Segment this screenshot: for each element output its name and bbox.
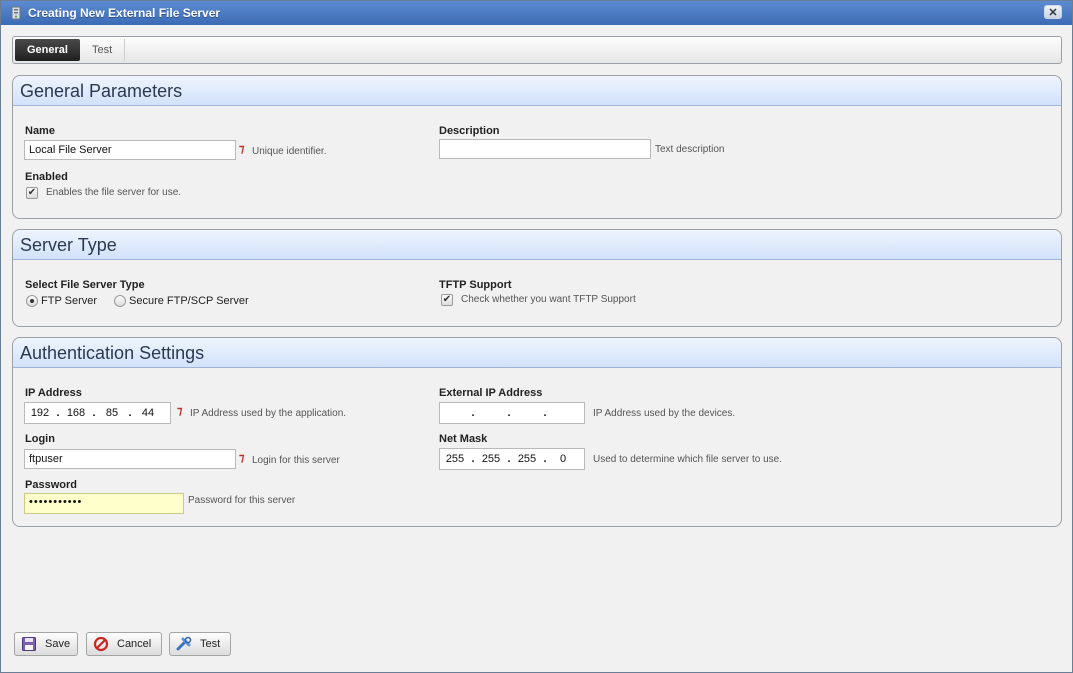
ip-octet[interactable]: 85 [97, 407, 127, 419]
ip-octet[interactable]: 0 [548, 453, 578, 465]
window-title: Creating New External File Server [28, 6, 221, 20]
test-tools-icon [176, 636, 192, 652]
name-hint: Unique identifier. [252, 146, 327, 157]
ip-octet[interactable]: 255 [476, 453, 506, 465]
section-header-general: General Parameters [13, 76, 1061, 106]
authentication-settings-section: Authentication Settings IP Address 192. … [12, 337, 1062, 527]
name-label: Name [25, 125, 55, 137]
ip-address-label: IP Address [25, 387, 82, 399]
tab-general[interactable]: General [15, 39, 80, 61]
server-type-section: Server Type Select File Server Type FTP … [12, 229, 1062, 327]
name-input[interactable] [24, 140, 236, 160]
cancel-button-label: Cancel [117, 638, 152, 650]
description-label: Description [439, 125, 500, 137]
tftp-support-label: TFTP Support [439, 279, 512, 291]
description-input[interactable] [439, 139, 651, 159]
ip-address-hint: IP Address used by the application. [190, 408, 347, 419]
login-input[interactable] [24, 449, 236, 469]
save-button-label: Save [45, 638, 71, 650]
required-marker-icon: ⁊ [177, 405, 183, 417]
required-marker-icon: ⁊ [239, 452, 245, 464]
close-icon[interactable]: ✕ [1044, 5, 1062, 19]
enabled-label: Enabled [25, 171, 68, 183]
net-mask-input[interactable]: 255. 255. 255. 0 [439, 448, 585, 470]
test-button-label: Test [200, 638, 221, 650]
secure-ftp-option-label: Secure FTP/SCP Server [129, 295, 249, 307]
login-hint: Login for this server [252, 455, 340, 466]
cancel-circle-icon [93, 636, 109, 652]
login-label: Login [25, 433, 55, 445]
radio-secure-ftp-scp-server[interactable] [114, 295, 126, 307]
ftp-server-option-label: FTP Server [41, 295, 98, 307]
section-header-authentication: Authentication Settings [13, 338, 1061, 368]
general-parameters-section: General Parameters Name ⁊ Unique identif… [12, 75, 1062, 219]
save-button[interactable]: Save [14, 632, 78, 656]
password-label: Password [25, 479, 77, 491]
server-icon [9, 6, 23, 20]
radio-ftp-server[interactable] [26, 295, 38, 307]
cancel-button[interactable]: Cancel [86, 632, 162, 656]
dialog-window: Creating New External File Server ✕ Gene… [0, 0, 1073, 673]
tftp-support-hint: Check whether you want TFTP Support [461, 294, 636, 305]
tab-test[interactable]: Test [80, 39, 126, 61]
password-input[interactable]: ••••••••••• [24, 493, 184, 514]
ip-octet[interactable]: 255 [512, 453, 542, 465]
file-server-type-label: Select File Server Type [25, 279, 145, 291]
ip-octet[interactable]: 44 [133, 407, 163, 419]
tab-bar: General Test [12, 36, 1062, 64]
ip-octet[interactable]: 192 [25, 407, 55, 419]
required-marker-icon: ⁊ [239, 143, 245, 155]
enabled-checkbox[interactable]: ✔ [26, 187, 38, 199]
net-mask-label: Net Mask [439, 433, 488, 445]
ip-octet[interactable]: 168 [61, 407, 91, 419]
title-bar[interactable]: Creating New External File Server ✕ [1, 1, 1072, 25]
ip-octet[interactable]: 255 [440, 453, 470, 465]
ip-address-input[interactable]: 192. 168. 85. 44 [24, 402, 171, 424]
tftp-support-checkbox[interactable]: ✔ [441, 294, 453, 306]
net-mask-hint: Used to determine which file server to u… [593, 454, 782, 465]
description-hint: Text description [655, 144, 725, 155]
external-ip-label: External IP Address [439, 387, 543, 399]
enabled-hint: Enables the file server for use. [46, 187, 182, 198]
external-ip-hint: IP Address used by the devices. [593, 408, 736, 419]
test-button[interactable]: Test [169, 632, 231, 656]
floppy-disk-icon [21, 636, 37, 652]
external-ip-input[interactable]: . . . [439, 402, 585, 424]
section-header-server-type: Server Type [13, 230, 1061, 260]
password-hint: Password for this server [188, 495, 296, 506]
